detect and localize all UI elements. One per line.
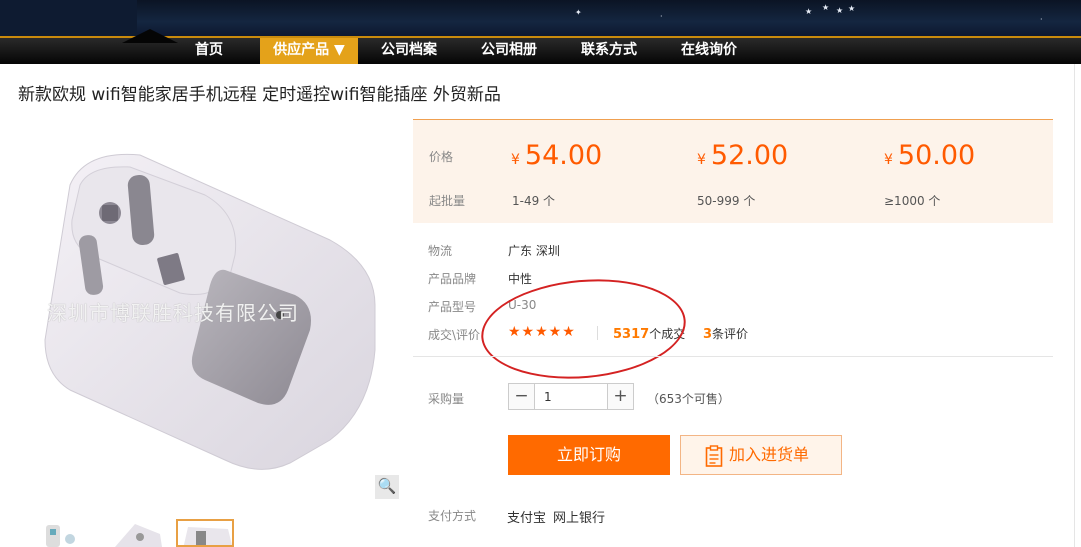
decrement-button[interactable]: − bbox=[509, 384, 535, 409]
logo-area bbox=[0, 0, 137, 36]
qty-range-2: 50-999 个 bbox=[697, 194, 756, 208]
deal-review-label: 成交\评价 bbox=[428, 328, 481, 342]
nav-notch-decoration bbox=[122, 29, 178, 43]
nav-item-products[interactable]: 供应产品 ▼ bbox=[260, 38, 358, 64]
qty-label: 采购量 bbox=[428, 392, 465, 406]
star-decoration: · bbox=[660, 12, 663, 21]
currency-symbol: ¥ bbox=[884, 152, 893, 168]
add-to-cart-label: 加入进货单 bbox=[729, 445, 810, 464]
price-panel: 价格 起批量 ¥54.00 ¥52.00 ¥50.00 1-49 个 50-99… bbox=[413, 119, 1053, 223]
moq-label: 起批量 bbox=[429, 194, 466, 208]
right-border bbox=[1074, 64, 1075, 547]
review-count-link[interactable]: 3条评价 bbox=[703, 325, 748, 342]
increment-button[interactable]: + bbox=[607, 384, 633, 409]
price-tier-2: ¥52.00 bbox=[697, 140, 788, 171]
nav-item-company-profile[interactable]: 公司档案 bbox=[370, 38, 448, 64]
price-value: 50.00 bbox=[897, 140, 976, 171]
payment-label: 支付方式 bbox=[428, 509, 477, 523]
quantity-stepper: − + bbox=[508, 383, 634, 410]
qty-range-1: 1-49 个 bbox=[512, 194, 556, 208]
thumbnail-image[interactable] bbox=[110, 519, 168, 547]
main-navigation: 首页 供应产品 ▼ 公司档案 公司相册 联系方式 在线询价 bbox=[0, 29, 1081, 64]
price-tier-1: ¥54.00 bbox=[511, 140, 602, 171]
currency-symbol: ¥ bbox=[511, 152, 520, 168]
payment-method-alipay: 支付宝 bbox=[507, 511, 547, 526]
price-tier-3: ¥50.00 bbox=[884, 140, 975, 171]
nav-item-inquiry[interactable]: 在线询价 bbox=[670, 38, 748, 64]
zoom-icon[interactable]: 🔍 bbox=[375, 475, 399, 499]
add-to-cart-button[interactable]: 加入进货单 bbox=[680, 435, 842, 475]
price-label: 价格 bbox=[429, 150, 454, 164]
star-decoration: ★ bbox=[836, 6, 844, 15]
logistics-label: 物流 bbox=[428, 244, 453, 258]
product-title: 新款欧规 wifi智能家居手机远程 定时遥控wifi智能插座 外贸新品 bbox=[18, 85, 501, 105]
brand-value: 中性 bbox=[508, 272, 533, 286]
currency-symbol: ¥ bbox=[697, 152, 706, 168]
thumbnail-image-active[interactable] bbox=[176, 519, 234, 547]
star-decoration: ✦ bbox=[575, 8, 582, 17]
review-suffix: 条评价 bbox=[712, 327, 749, 341]
thumbnail-image[interactable] bbox=[40, 519, 98, 547]
quantity-input[interactable] bbox=[536, 384, 607, 409]
red-highlight-annotation bbox=[477, 271, 690, 387]
nav-item-home[interactable]: 首页 bbox=[180, 38, 238, 64]
nav-item-company-album[interactable]: 公司相册 bbox=[470, 38, 548, 64]
price-value: 54.00 bbox=[524, 140, 603, 171]
logistics-value: 广东 深圳 bbox=[508, 244, 560, 258]
star-decoration: ★ bbox=[822, 3, 830, 12]
price-value: 52.00 bbox=[710, 140, 789, 171]
clipboard-icon bbox=[705, 445, 723, 467]
available-stock: （653个可售） bbox=[647, 392, 730, 406]
star-decoration: ★ bbox=[805, 7, 813, 16]
buy-now-button[interactable]: 立即订购 bbox=[508, 435, 670, 475]
watermark-text: 深圳市博联胜科技有限公司 bbox=[47, 301, 299, 325]
nav-item-contact[interactable]: 联系方式 bbox=[570, 38, 648, 64]
model-label: 产品型号 bbox=[428, 300, 477, 314]
divider bbox=[413, 356, 1053, 357]
review-count: 3 bbox=[703, 327, 713, 342]
qty-range-3: ≥1000 个 bbox=[884, 194, 941, 208]
star-decoration: · bbox=[1040, 15, 1043, 24]
brand-label: 产品品牌 bbox=[428, 272, 477, 286]
payment-method-bank: 网上银行 bbox=[553, 511, 606, 526]
star-decoration: ★ bbox=[848, 4, 856, 13]
product-image[interactable]: 深圳市博联胜科技有限公司 bbox=[30, 125, 395, 495]
